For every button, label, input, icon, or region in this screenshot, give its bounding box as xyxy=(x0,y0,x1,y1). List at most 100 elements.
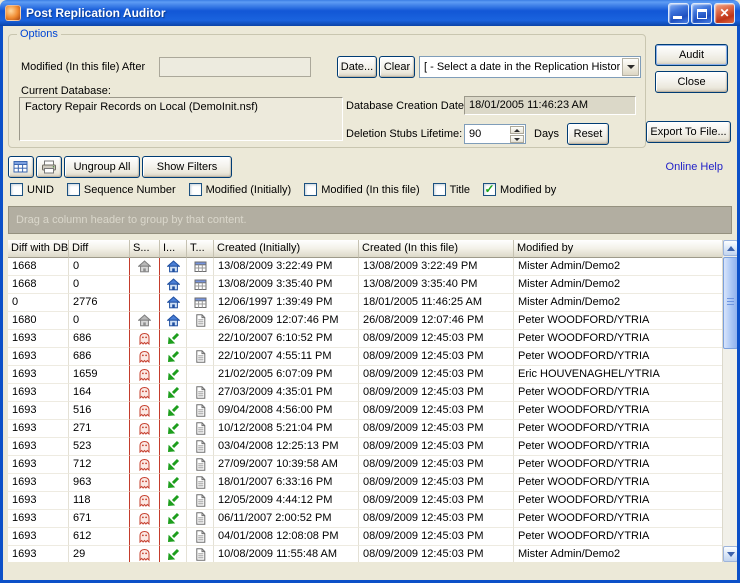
table-row[interactable]: 169351609/04/2008 4:56:00 PM08/09/2009 1… xyxy=(8,402,722,420)
table-row[interactable]: 169368622/10/2007 4:55:11 PM08/09/2009 1… xyxy=(8,348,722,366)
table-row[interactable]: 0277612/06/1997 1:39:49 PM18/01/2005 11:… xyxy=(8,294,722,312)
table-cell: 1693 xyxy=(8,546,69,562)
table-cell: Mister Admin/Demo2 xyxy=(514,276,722,294)
table-row[interactable]: 169368622/10/2007 6:10:52 PM08/09/2009 1… xyxy=(8,330,722,348)
scrollbar-up-button[interactable] xyxy=(723,240,737,256)
audit-button[interactable]: Audit xyxy=(655,44,728,66)
table-row[interactable]: 1668013/08/2009 3:35:40 PM13/08/2009 3:3… xyxy=(8,276,722,294)
table-row[interactable]: 1668013/08/2009 3:22:49 PM13/08/2009 3:2… xyxy=(8,258,722,276)
checkbox-checked-icon[interactable]: ✓ xyxy=(483,183,496,196)
table-row[interactable]: 16932910/08/2009 11:55:48 AM08/09/2009 1… xyxy=(8,546,722,562)
table-cell xyxy=(160,438,187,456)
close-dialog-button[interactable]: Close xyxy=(655,71,728,93)
show-filters-button[interactable]: Show Filters xyxy=(142,156,232,178)
column-header-label: Diff with DB xyxy=(11,242,68,254)
table-cell xyxy=(160,402,187,420)
column-toggle[interactable]: Modified (In this file) xyxy=(304,183,419,196)
checkbox-icon[interactable] xyxy=(433,183,446,196)
column-header[interactable]: I... xyxy=(160,240,187,258)
column-header[interactable]: Modified by xyxy=(514,240,722,258)
replication-history-dropdown[interactable]: [ - Select a date in the Replication His… xyxy=(419,56,641,78)
column-header[interactable]: S... xyxy=(130,240,160,258)
column-header[interactable]: Created (In this file) xyxy=(359,240,514,258)
table-cell: 686 xyxy=(69,348,130,366)
column-header[interactable]: Created (Initially) xyxy=(214,240,359,258)
table-row[interactable]: 169396318/01/2007 6:33:16 PM08/09/2009 1… xyxy=(8,474,722,492)
checkbox-icon[interactable] xyxy=(67,183,80,196)
grid-icon xyxy=(13,160,29,174)
scrollbar-down-button[interactable] xyxy=(723,546,737,562)
printer-icon xyxy=(41,160,57,174)
table-cell xyxy=(160,384,187,402)
checkbox-icon[interactable] xyxy=(304,183,317,196)
table-cell: 08/09/2009 12:45:03 PM xyxy=(359,546,514,562)
table-row[interactable]: 169361204/01/2008 12:08:08 PM08/09/2009 … xyxy=(8,528,722,546)
online-help-link[interactable]: Online Help xyxy=(666,161,723,173)
minimize-icon xyxy=(673,16,682,19)
table-cell: 26/08/2009 12:07:46 PM xyxy=(359,312,514,330)
table-cell: 1693 xyxy=(8,474,69,492)
stepper-down-button[interactable] xyxy=(510,135,524,143)
client-area: Options Modified (In this file) After Da… xyxy=(3,26,737,580)
table-cell xyxy=(130,384,160,402)
table-cell: 1659 xyxy=(69,366,130,384)
column-header[interactable]: Diff xyxy=(69,240,130,258)
table-row[interactable]: 1693165921/02/2005 6:07:09 PM08/09/2009 … xyxy=(8,366,722,384)
deletion-stubs-stepper[interactable]: 90 xyxy=(464,124,526,144)
column-toggle[interactable]: ✓Modified by xyxy=(483,183,556,196)
reset-button[interactable]: Reset xyxy=(567,123,609,145)
clear-button[interactable]: Clear xyxy=(379,56,415,78)
table-cell: 08/09/2009 12:45:03 PM xyxy=(359,420,514,438)
table-row[interactable]: 169327110/12/2008 5:21:04 PM08/09/2009 1… xyxy=(8,420,722,438)
ghost-icon xyxy=(138,332,151,345)
table-cell: Peter WOODFORD/YTRIA xyxy=(514,456,722,474)
table-cell: Eric HOUVENAGHEL/YTRIA xyxy=(514,366,722,384)
group-by-bar[interactable]: Drag a column header to group by that co… xyxy=(8,206,732,234)
table-cell xyxy=(160,294,187,312)
print-button[interactable] xyxy=(36,156,62,178)
table-cell: 1693 xyxy=(8,366,69,384)
table-cell: 13/08/2009 3:22:49 PM xyxy=(359,258,514,276)
stepper-up-button[interactable] xyxy=(510,126,524,134)
creation-date-value-box: 18/01/2005 11:46:23 AM xyxy=(464,96,636,115)
table-cell xyxy=(130,474,160,492)
table-row[interactable]: 1680026/08/2009 12:07:46 PM26/08/2009 12… xyxy=(8,312,722,330)
column-header-label: Diff xyxy=(72,242,88,254)
table-cell: 1693 xyxy=(8,510,69,528)
table-row[interactable]: 169352303/04/2008 12:25:13 PM08/09/2009 … xyxy=(8,438,722,456)
table-cell: Peter WOODFORD/YTRIA xyxy=(514,420,722,438)
checkbox-icon[interactable] xyxy=(10,183,23,196)
title-bar[interactable]: Post Replication Auditor ✕ xyxy=(0,0,740,26)
table-row[interactable]: 169311812/05/2009 4:44:12 PM08/09/2009 1… xyxy=(8,492,722,510)
table-cell xyxy=(130,456,160,474)
ungroup-all-button[interactable]: Ungroup All xyxy=(64,156,140,178)
scrollbar-thumb[interactable] xyxy=(723,257,737,349)
table-cell: 1693 xyxy=(8,402,69,420)
table-row[interactable]: 169316427/03/2009 4:35:01 PM08/09/2009 1… xyxy=(8,384,722,402)
table-cell: 18/01/2007 6:33:16 PM xyxy=(214,474,359,492)
house-gray-icon xyxy=(138,260,151,273)
table-cell xyxy=(160,276,187,294)
date-button[interactable]: Date... xyxy=(337,56,377,78)
scroll-down-icon xyxy=(727,552,735,557)
close-button[interactable]: ✕ xyxy=(714,3,735,24)
column-header[interactable]: Diff with DB xyxy=(8,240,69,258)
column-toggle[interactable]: Title xyxy=(433,183,470,196)
table-cell: 1693 xyxy=(8,348,69,366)
checkbox-icon[interactable] xyxy=(189,183,202,196)
dropdown-arrow-button[interactable] xyxy=(622,58,639,76)
column-toggle[interactable]: UNID xyxy=(10,183,54,196)
minimize-button[interactable] xyxy=(668,3,689,24)
column-toggle[interactable]: Sequence Number xyxy=(67,183,176,196)
table-row[interactable]: 169371227/09/2007 10:39:58 AM08/09/2009 … xyxy=(8,456,722,474)
export-to-file-button[interactable]: Export To File... xyxy=(646,121,731,143)
grid-button[interactable] xyxy=(8,156,34,178)
table-cell xyxy=(130,330,160,348)
table-row[interactable]: 169367106/11/2007 2:00:52 PM08/09/2009 1… xyxy=(8,510,722,528)
column-toggle[interactable]: Modified (Initially) xyxy=(189,183,292,196)
column-header[interactable]: T... xyxy=(187,240,214,258)
vertical-scrollbar[interactable] xyxy=(722,240,737,562)
modified-after-input[interactable] xyxy=(159,57,311,77)
table-cell: 0 xyxy=(69,258,130,276)
maximize-button[interactable] xyxy=(691,3,712,24)
